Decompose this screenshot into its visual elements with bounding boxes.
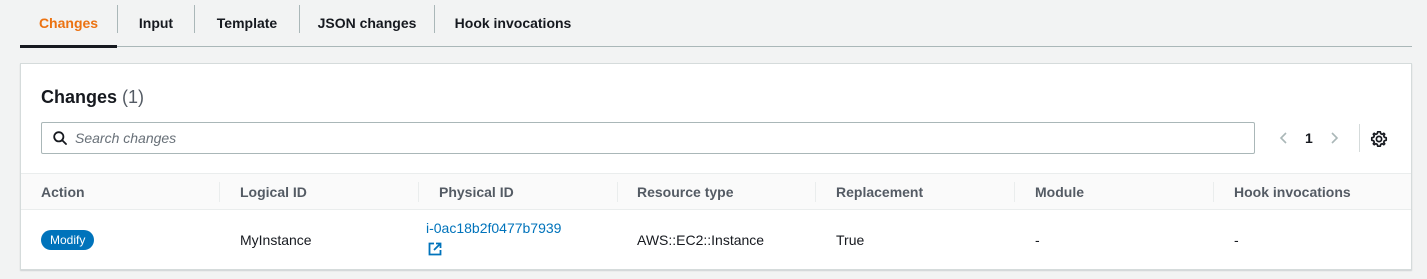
cell-module: - xyxy=(1035,232,1040,248)
column-header-hook-invocations[interactable]: Hook invocations xyxy=(1234,174,1351,210)
gear-icon[interactable] xyxy=(1370,130,1388,148)
search-box[interactable] xyxy=(41,122,1255,154)
cell-hook-invocations: - xyxy=(1234,232,1239,248)
cell-physical-id: i-0ac18b2f0477b7939 xyxy=(426,220,561,256)
column-divider xyxy=(617,182,618,202)
pagination: 1 xyxy=(1277,122,1341,154)
column-header-resource-type[interactable]: Resource type xyxy=(637,174,733,210)
column-divider xyxy=(1014,182,1015,202)
cell-replacement: True xyxy=(836,232,865,248)
tab-json-changes[interactable]: JSON changes xyxy=(300,0,434,46)
column-divider xyxy=(815,182,816,202)
column-header-action[interactable]: Action xyxy=(41,174,85,210)
table-header: Action Logical ID Physical ID Resource t… xyxy=(21,173,1411,210)
column-header-module[interactable]: Module xyxy=(1035,174,1084,210)
search-icon xyxy=(53,131,67,145)
cell-action: Modify xyxy=(41,210,95,270)
physical-id-link[interactable]: i-0ac18b2f0477b7939 xyxy=(426,220,561,236)
column-divider xyxy=(418,182,419,202)
column-header-logical-id[interactable]: Logical ID xyxy=(240,174,307,210)
search-input[interactable] xyxy=(75,124,1254,152)
cell-resource-type: AWS::EC2::Instance xyxy=(637,232,765,248)
chevron-right-icon[interactable] xyxy=(1327,131,1341,145)
tab-input[interactable]: Input xyxy=(118,0,194,46)
column-divider xyxy=(1213,182,1214,202)
tab-changes[interactable]: Changes xyxy=(20,0,117,48)
changes-count: (1) xyxy=(122,87,145,107)
tab-template[interactable]: Template xyxy=(195,0,299,46)
pagination-divider xyxy=(1359,124,1360,152)
column-header-replacement[interactable]: Replacement xyxy=(836,174,923,210)
external-link-icon[interactable] xyxy=(428,242,442,256)
tab-bar: Changes Input Template JSON changes Hook… xyxy=(20,0,1412,48)
tab-hook-invocations[interactable]: Hook invocations xyxy=(435,0,591,46)
changes-panel: Changes (1) 1 xyxy=(20,63,1412,270)
status-badge: Modify xyxy=(41,230,95,250)
cell-logical-id: MyInstance xyxy=(240,232,312,248)
page-number[interactable]: 1 xyxy=(1305,130,1313,146)
panel-title: Changes (1) xyxy=(41,87,144,108)
column-header-physical-id[interactable]: Physical ID xyxy=(439,174,514,210)
chevron-left-icon[interactable] xyxy=(1277,131,1291,145)
panel-title-text: Changes xyxy=(41,87,118,107)
table-row: Modify MyInstance i-0ac18b2f0477b7939 AW… xyxy=(21,210,1411,270)
column-divider xyxy=(219,182,220,202)
